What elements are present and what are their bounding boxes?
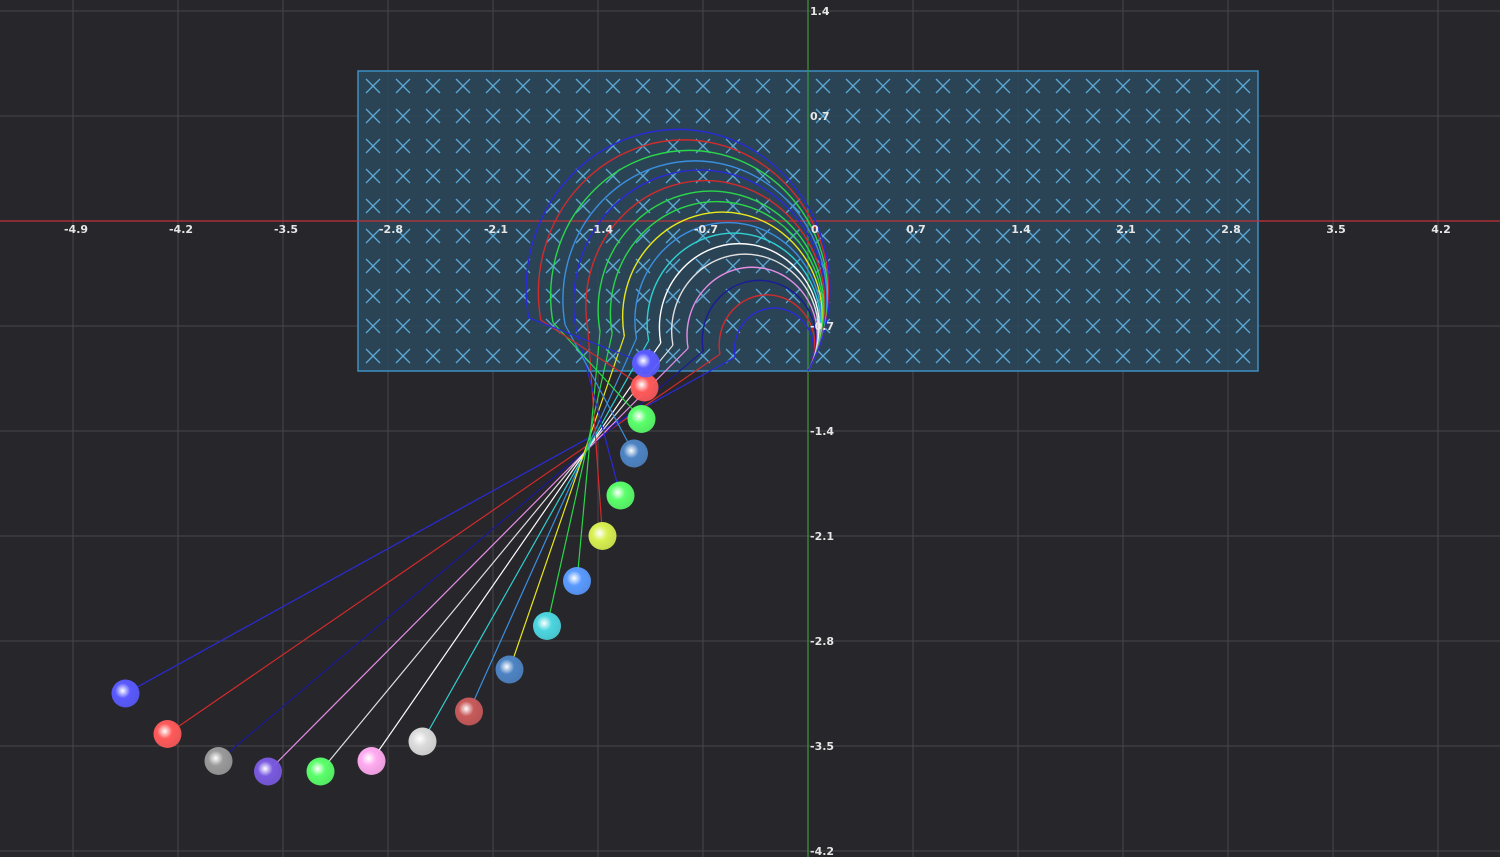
particle-ball[interactable]	[630, 373, 659, 402]
particle-ball[interactable]	[606, 481, 635, 510]
x-tick-label: -3.5	[274, 223, 298, 236]
y-tick-label: -2.8	[810, 635, 834, 648]
particle-ball[interactable]	[632, 349, 660, 378]
y-tick-label: -2.1	[810, 530, 834, 543]
particle-ball[interactable]	[306, 757, 335, 786]
particle-ball[interactable]	[588, 522, 617, 550]
trajectory-line	[468, 338, 638, 712]
x-tick-label: -2.8	[379, 223, 403, 236]
particle-balls[interactable]	[111, 349, 661, 786]
particle-ball[interactable]	[111, 679, 140, 708]
x-tick-label: -1.4	[589, 223, 613, 236]
particle-ball[interactable]	[563, 567, 591, 595]
y-tick-label: -1.4	[810, 425, 834, 438]
x-tick-label: 2.1	[1116, 223, 1136, 236]
x-tick-label: -2.1	[484, 223, 508, 236]
x-tick-label: 4.2	[1431, 223, 1451, 236]
trajectory-line	[371, 342, 662, 762]
simulation-canvas[interactable]: -4.9 -4.2 -3.5 -2.8 -2.1 -1.4 -0.7 0 0.7 1.4 2.1 2.…	[0, 0, 1500, 857]
x-tick-label: -0.7	[694, 223, 718, 236]
y-tick-label: -4.2	[810, 845, 834, 857]
particle-ball[interactable]	[533, 612, 561, 640]
y-tick-label: -0.7	[810, 320, 834, 333]
x-tick-label: 2.8	[1221, 223, 1241, 236]
y-tick-label: -3.5	[810, 740, 834, 753]
x-tick-label: 3.5	[1326, 223, 1346, 236]
particle-ball[interactable]	[153, 720, 182, 748]
particle-ball[interactable]	[620, 439, 648, 468]
x-tick-label: 0	[811, 223, 819, 236]
trajectory-line	[320, 344, 674, 772]
trajectory-line	[508, 335, 625, 670]
particle-ball[interactable]	[627, 405, 656, 433]
x-tick-label: 1.4	[1011, 223, 1031, 236]
particle-ball[interactable]	[495, 655, 524, 684]
particle-ball[interactable]	[357, 747, 386, 775]
y-tick-label: 1.4	[810, 5, 830, 18]
particle-ball[interactable]	[204, 747, 233, 775]
particle-ball[interactable]	[408, 727, 437, 756]
y-tick-label: 0.7	[810, 110, 830, 123]
particle-ball[interactable]	[455, 697, 483, 726]
x-tick-label: -4.9	[64, 223, 88, 236]
x-tick-label: 0.7	[906, 223, 926, 236]
x-tick-label: -4.2	[169, 223, 193, 236]
particle-ball[interactable]	[254, 757, 282, 786]
